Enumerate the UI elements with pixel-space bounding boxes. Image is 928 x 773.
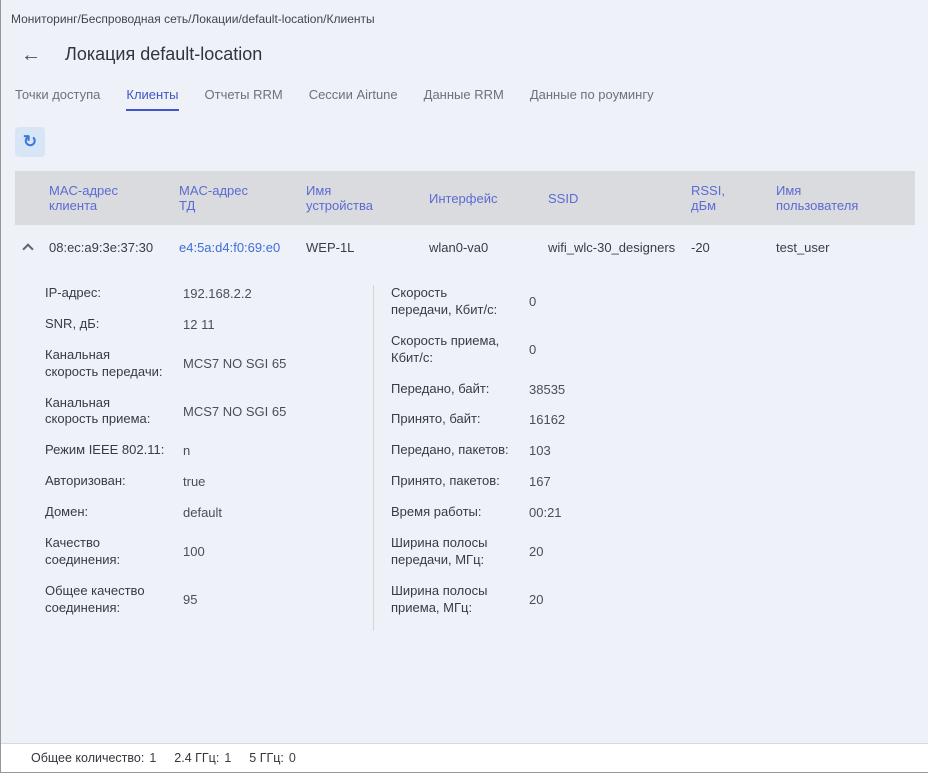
breadcrumb[interactable]: Мониторинг/Беспроводная сеть/Локации/def… [1,0,928,26]
cell-username: test_user [776,240,915,255]
detail-value: 20 [529,544,543,559]
detail-value: 0 [529,294,536,309]
detail-label: SNR, дБ: [45,316,183,333]
column-header-rssi[interactable]: RSSI, дБм [691,177,776,219]
detail-row-authorized: Авторизован: true [45,473,373,490]
detail-value: true [183,474,205,489]
detail-label: Принято, байт: [391,411,529,428]
detail-label: Канальная скорость передачи: [45,347,183,381]
cell-device-name: WEP-1L [306,240,429,255]
detail-row-rx-channel-rate: Канальная скорость приема: MCS7 NO SGI 6… [45,395,373,429]
detail-row-tx-packets: Передано, пакетов: 103 [391,442,733,459]
detail-row-rx-bytes: Принято, байт: 16162 [391,411,733,428]
refresh-icon: ↻ [23,132,37,152]
detail-value: 12 11 [183,317,215,332]
app-window: Мониторинг/Беспроводная сеть/Локации/def… [0,0,928,773]
detail-row-uptime: Время работы: 00:21 [391,504,733,521]
detail-value: 192.168.2.2 [183,286,252,301]
client-details-panel: IP-адрес: 192.168.2.2 SNR, дБ: 12 11 Кан… [45,285,907,631]
detail-value: 38535 [529,382,565,397]
total-count-label: Общее количество: [31,751,144,765]
detail-row-tx-channel-rate: Канальная скорость передачи: MCS7 NO SGI… [45,347,373,381]
detail-value: n [183,443,190,458]
column-header-ssid[interactable]: SSID [548,185,691,212]
detail-row-snr: SNR, дБ: 12 11 [45,316,373,333]
detail-row-link-quality: Качество соединения: 100 [45,535,373,569]
tab-roaming-data[interactable]: Данные по роумингу [530,87,654,111]
detail-row-ieee-mode: Режим IEEE 802.11: n [45,442,373,459]
detail-row-domain: Домен: default [45,504,373,521]
detail-label: Передано, байт: [391,381,529,398]
tab-access-points[interactable]: Точки доступа [15,87,100,111]
back-icon[interactable]: ← [21,45,41,65]
band-5-value: 0 [289,751,296,765]
chevron-up-icon [22,243,33,254]
summary-footer: Общее количество: 1 2.4 ГГц: 1 5 ГГц: 0 [1,743,928,772]
detail-label: Скорость передачи, Кбит/с: [391,285,529,319]
header-expand-spacer [15,192,49,204]
detail-label: Общее качество соединения: [45,583,183,617]
detail-label: Домен: [45,504,183,521]
detail-row-tx-bytes: Передано, байт: 38535 [391,381,733,398]
detail-value: 167 [529,474,551,489]
detail-label: Качество соединения: [45,535,183,569]
detail-row-total-quality: Общее качество соединения: 95 [45,583,373,617]
column-header-username[interactable]: Имя пользователя [776,177,915,219]
collapse-row-toggle[interactable] [15,242,49,253]
total-count-value: 1 [149,751,156,765]
detail-row-rx-packets: Принято, пакетов: 167 [391,473,733,490]
tab-bar: Точки доступа Клиенты Отчеты RRM Сессии … [15,87,928,111]
tab-rrm-reports[interactable]: Отчеты RRM [205,87,283,111]
detail-row-tx-bandwidth: Ширина полосы передачи, МГц: 20 [391,535,733,569]
detail-label: Канальная скорость приема: [45,395,183,429]
detail-value: 0 [529,342,536,357]
detail-label: Авторизован: [45,473,183,490]
tab-rrm-data[interactable]: Данные RRM [424,87,504,111]
clients-table: MAC-адрес клиента MAC-адрес ТД Имя устро… [15,171,915,631]
detail-row-rx-bandwidth: Ширина полосы приема, МГц: 20 [391,583,733,617]
detail-label: Передано, пакетов: [391,442,529,459]
detail-label: Принято, пакетов: [391,473,529,490]
page-header: ← Локация default-location [21,44,928,65]
detail-value: 100 [183,544,205,559]
detail-value: 95 [183,592,197,607]
cell-ssid: wifi_wlc-30_designers [548,240,691,255]
detail-row-rx-speed: Скорость приема, Кбит/с: 0 [391,333,733,367]
detail-value: 103 [529,443,551,458]
cell-ap-mac-link[interactable]: e4:5a:d4:f0:69:e0 [179,240,306,255]
refresh-button[interactable]: ↻ [15,127,45,157]
detail-row-ip: IP-адрес: 192.168.2.2 [45,285,373,302]
detail-label: Время работы: [391,504,529,521]
detail-label: IP-адрес: [45,285,183,302]
detail-value: default [183,505,222,520]
details-right-column: Скорость передачи, Кбит/с: 0 Скорость пр… [373,285,733,631]
cell-client-mac: 08:ec:a9:3e:37:30 [49,240,179,255]
details-left-column: IP-адрес: 192.168.2.2 SNR, дБ: 12 11 Кан… [45,285,373,631]
detail-row-tx-speed: Скорость передачи, Кбит/с: 0 [391,285,733,319]
detail-value: 16162 [529,412,565,427]
column-header-ap-mac[interactable]: MAC-адрес ТД [179,177,306,219]
table-header: MAC-адрес клиента MAC-адрес ТД Имя устро… [15,171,915,225]
client-row[interactable]: 08:ec:a9:3e:37:30 e4:5a:d4:f0:69:e0 WEP-… [15,225,915,269]
tab-airtune-sessions[interactable]: Сессии Airtune [309,87,398,111]
detail-label: Ширина полосы приема, МГц: [391,583,529,617]
detail-label: Скорость приема, Кбит/с: [391,333,529,367]
detail-value: MCS7 NO SGI 65 [183,356,286,371]
detail-label: Режим IEEE 802.11: [45,442,183,459]
detail-value: MCS7 NO SGI 65 [183,404,286,419]
column-header-device-name[interactable]: Имя устройства [306,177,429,219]
detail-value: 00:21 [529,505,562,520]
band-5-label: 5 ГГц: [249,751,284,765]
band-2-4-value: 1 [224,751,231,765]
band-2-4-label: 2.4 ГГц: [174,751,219,765]
column-header-client-mac[interactable]: MAC-адрес клиента [49,177,179,219]
detail-value: 20 [529,592,543,607]
cell-rssi: -20 [691,240,776,255]
page-title: Локация default-location [65,44,262,65]
toolbar: ↻ [15,127,928,157]
tab-clients[interactable]: Клиенты [126,87,178,111]
cell-interface: wlan0-va0 [429,240,548,255]
detail-label: Ширина полосы передачи, МГц: [391,535,529,569]
column-header-interface[interactable]: Интерфейс [429,185,548,212]
